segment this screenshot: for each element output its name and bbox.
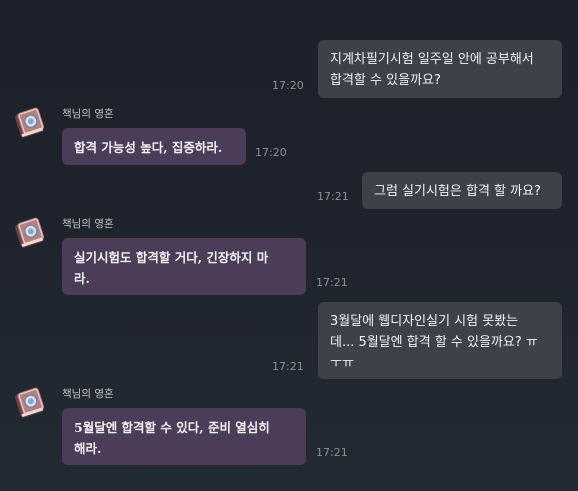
message-timestamp: 17:21 [316,276,348,289]
bot-message-bubble[interactable]: 실기시험도 합격할 거다, 긴장하지 마 라. [62,238,306,295]
spellbook-icon[interactable] [12,384,48,420]
message-timestamp: 17:21 [317,190,349,203]
bot-name: 책님의 영혼 [62,218,114,230]
bot-name: 책님의 영혼 [62,388,114,400]
user-message-bubble[interactable]: 지계차필기시험 일주일 안에 공부해서 합격할 수 있을까요? [318,40,562,98]
chat-thread[interactable]: 지계차필기시험 일주일 안에 공부해서 합격할 수 있을까요? 17:20 책님… [0,0,578,491]
spellbook-icon[interactable] [12,104,48,140]
message-timestamp: 17:21 [316,446,348,459]
user-message-bubble[interactable]: 3월달에 웹디자인실기 시험 못봤는 데... 5월달엔 합격 할 수 있을까요… [318,302,562,379]
bot-message-bubble[interactable]: 합격 가능성 높다, 집중하라. [62,128,246,165]
user-message-bubble[interactable]: 그럼 실기시험은 합격 할 까요? [362,172,562,209]
message-timestamp: 17:20 [272,79,304,92]
spellbook-icon[interactable] [12,214,48,250]
bot-message-bubble[interactable]: 5월달엔 합격할 수 있다, 준비 열심히 해라. [62,408,306,465]
bot-name: 책님의 영혼 [62,108,114,120]
message-timestamp: 17:20 [255,146,287,159]
message-timestamp: 17:21 [272,360,304,373]
